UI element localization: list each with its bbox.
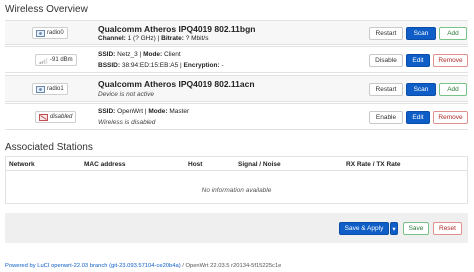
network-ssid-line: SSID: OpenWrt | Mode: Master [98,108,190,115]
column-rate: RX Rate / TX Rate [346,161,401,168]
chip-label: radio0 [47,30,64,36]
stations-table-header: Network MAC address Host Signal / Noise … [6,157,467,171]
stations-table: Network MAC address Host Signal / Noise … [5,156,468,204]
disabled-chip: disabled [35,111,77,123]
disable-button[interactable]: Disable [369,54,403,67]
column-host: Host [188,161,203,168]
wireless-overview-title: Wireless Overview [5,4,88,15]
wifi-disabled-icon [39,113,48,121]
footer-powered-by: Powered by LuCI openwrt-22.03 branch (gi… [5,263,281,269]
radio0-chip: radio0 [32,27,68,39]
footer-openwrt-version: / OpenWrt 22.03.5 r20134-5f15225c1e [180,263,282,269]
scan-button[interactable]: Scan [406,83,436,96]
add-button[interactable]: Add [439,83,467,96]
save-apply-dropdown[interactable]: ▾ [390,222,398,235]
chevron-down-icon: ▾ [392,225,396,233]
network-row-openwrt: disabled SSID: OpenWrt | Mode: Master Wi… [5,103,468,130]
device-row-radio1: radio1 Qualcomm Atheros IPQ4019 802.11ac… [5,75,468,102]
associated-stations-title: Associated Stations [5,142,93,153]
enable-button[interactable]: Enable [369,111,403,124]
column-mac: MAC address [84,161,126,168]
restart-button[interactable]: Restart [369,27,403,40]
edit-button[interactable]: Edit [406,54,430,67]
restart-button[interactable]: Restart [369,83,403,96]
radio1-chip: radio1 [32,83,68,95]
signal-icon [39,57,48,64]
action-bar: Save & Apply ▾ Save Reset [5,213,468,243]
remove-button[interactable]: Remove [433,54,468,67]
column-signal: Signal / Noise [238,161,281,168]
device-status: Device is not active [98,91,154,98]
remove-button[interactable]: Remove [433,111,468,124]
wifi-icon [36,29,45,37]
network-status: Wireless is disabled [98,119,156,126]
scan-button[interactable]: Scan [406,27,436,40]
add-button[interactable]: Add [439,27,467,40]
device-row-radio0: radio0 Qualcomm Atheros IPQ4019 802.11bg… [5,20,468,45]
network-row-netz3: -91 dBm SSID: Netz_3 | Mode: Client BSSI… [5,46,468,73]
chip-label: radio1 [47,86,64,92]
wifi-icon [36,85,45,93]
save-apply-button[interactable]: Save & Apply [339,222,389,235]
reset-button[interactable]: Reset [433,222,462,235]
device-details: Channel: 1 (? GHz) | Bitrate: ? Mbit/s [98,35,209,42]
device-title: Qualcomm Atheros IPQ4019 802.11acn [98,79,255,89]
signal-label: -91 dBm [50,57,73,63]
signal-chip: -91 dBm [35,54,77,66]
save-apply-label: Save & Apply [344,225,384,232]
chip-label: disabled [50,114,73,120]
column-network: Network [9,161,35,168]
network-ssid-line: SSID: Netz_3 | Mode: Client [98,51,181,58]
save-button[interactable]: Save [403,222,429,235]
footer-luci-link[interactable]: Powered by LuCI openwrt-22.03 branch (gi… [5,263,181,269]
network-bssid-line: BSSID: 38:94:ED:15:EB:A5 | Encryption: - [98,62,224,69]
edit-button[interactable]: Edit [406,111,430,124]
stations-empty: No information available [201,187,272,194]
device-title: Qualcomm Atheros IPQ4019 802.11bgn [98,24,256,34]
